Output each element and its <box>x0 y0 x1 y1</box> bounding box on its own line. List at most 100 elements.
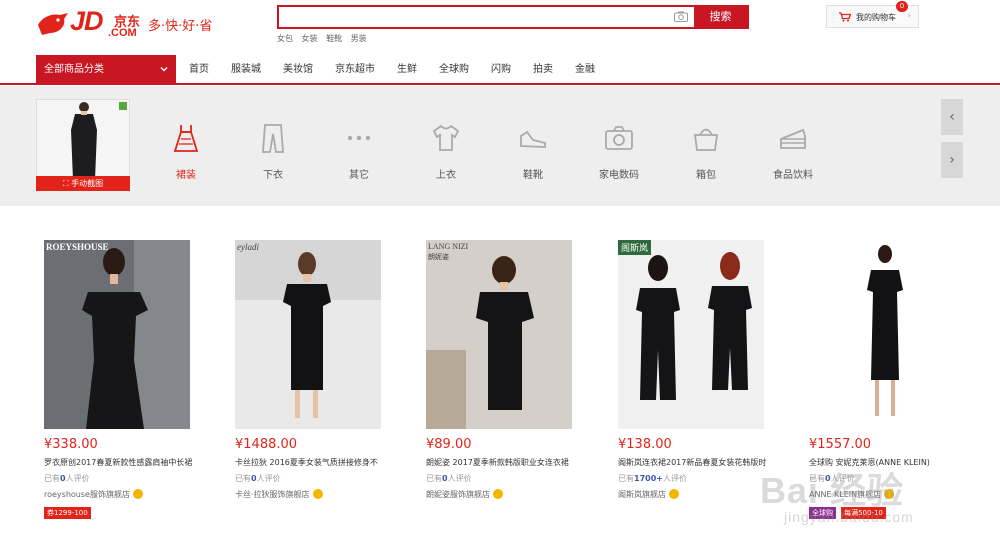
reviews-suffix: 人评价 <box>256 474 281 483</box>
header: JD 京东 .COM 多·快·好·省 搜索 女包 女装 鞋靴 男装 我的购物车 … <box>0 0 1000 55</box>
category-pants[interactable]: 下衣 <box>230 122 316 181</box>
product-price: ¥1557.00 <box>809 437 872 452</box>
product-image[interactable]: eyladi <box>235 240 381 429</box>
shop-name[interactable]: 卡丝·拉狄服饰旗舰店 <box>235 489 405 500</box>
category-other[interactable]: 其它 <box>316 122 402 181</box>
hot-keyword[interactable]: 女包 <box>277 34 293 43</box>
product-price: ¥89.00 <box>426 437 472 452</box>
product-image[interactable]: LANG NIZI 朗妮姿 <box>426 240 572 429</box>
nav-item-home[interactable]: 首页 <box>189 55 209 85</box>
product-title[interactable]: 朗妮姿 2017夏季新款韩版职业女连衣裙 <box>426 457 581 468</box>
dress-model-image <box>37 100 129 178</box>
nav-item-supermarket[interactable]: 京东超市 <box>335 55 375 85</box>
hot-keyword[interactable]: 鞋靴 <box>326 34 342 43</box>
shop-medal-icon <box>312 489 323 499</box>
product-card[interactable]: 阁斯岚 ¥138.00 阁斯岚连衣裙2017新品春夏女装花韩版时 已有1700+… <box>618 240 788 500</box>
category-tops[interactable]: 上衣 <box>403 122 489 181</box>
category-next-button[interactable]: › <box>941 142 963 178</box>
product-image[interactable] <box>809 240 955 429</box>
hot-keywords: 女包 女装 鞋靴 男装 <box>277 33 373 44</box>
product-card[interactable]: ROEYSHOUSE ¥338.00 罗衣原创2017春夏新款性感露肩袖中长裙 … <box>44 240 214 519</box>
category-prev-button[interactable]: ‹ <box>941 99 963 135</box>
search-button[interactable]: 搜索 <box>694 7 747 27</box>
all-categories-label: 全部商品分类 <box>44 64 104 75</box>
shop-name[interactable]: 朗妮姿服饰旗舰店 <box>426 489 596 500</box>
hot-keyword[interactable]: 女装 <box>302 34 318 43</box>
hot-keyword[interactable]: 男装 <box>351 34 367 43</box>
category-food[interactable]: 食品饮料 <box>750 122 836 181</box>
category-bags[interactable]: 箱包 <box>663 122 749 181</box>
product-title[interactable]: 卡丝拉狄 2016夏季女装气质拼接修身不 <box>235 457 390 468</box>
nav-item-beauty[interactable]: 美妆馆 <box>283 55 313 85</box>
product-title[interactable]: 阁斯岚连衣裙2017新品春夏女装花韩版时 <box>618 457 773 468</box>
nav-item-clothing[interactable]: 服装城 <box>231 55 261 85</box>
shop-medal-icon <box>132 489 143 499</box>
manual-crop-label: 手动截图 <box>71 179 104 188</box>
bag-icon <box>693 128 719 151</box>
jd-logo[interactable]: JD 京东 .COM 多·快·好·省 <box>36 6 216 40</box>
cake-icon <box>780 128 806 149</box>
shop-name-text: 阁斯岚旗舰店 <box>618 490 666 499</box>
shoe-icon <box>520 130 546 148</box>
image-search-category-bar: ⛶ 手动截图 裙装 下衣 其它 上衣 鞋靴 家电数码 箱包 食品饮料 ‹ › <box>0 86 1000 206</box>
category-label: 裙装 <box>176 170 196 181</box>
reviews-suffix: 人评价 <box>662 474 687 483</box>
cart-count-badge: 0 <box>896 1 908 12</box>
all-categories-button[interactable]: 全部商品分类 <box>36 55 176 85</box>
camera-search-icon[interactable] <box>674 11 688 22</box>
nav-item-auction[interactable]: 拍卖 <box>533 55 553 85</box>
product-card[interactable]: eyladi ¥1488.00 卡丝拉狄 2016夏季女装气质拼接修身不 已有0… <box>235 240 405 500</box>
tshirt-icon <box>432 124 460 151</box>
cart-icon <box>839 12 851 22</box>
chevron-right-icon: › <box>949 152 955 168</box>
crop-icon: ⛶ <box>62 179 72 188</box>
reviews-prefix: 已有 <box>426 474 442 483</box>
product-image[interactable]: ROEYSHOUSE <box>44 240 190 429</box>
shop-name-text: roeyshouse服饰旗舰店 <box>44 490 130 499</box>
category-label: 家电数码 <box>599 170 639 181</box>
shop-medal-icon <box>493 489 503 499</box>
more-dots-icon <box>347 135 371 141</box>
brand-logo-text: LANG NIZI <box>428 242 469 251</box>
pants-icon <box>262 124 284 153</box>
coupon-tag: 券1299-100 <box>44 507 91 519</box>
category-electronics[interactable]: 家电数码 <box>576 122 662 181</box>
main-nav: 全部商品分类 首页 服装城 美妆馆 京东超市 生鲜 全球购 闪购 拍卖 金融 <box>0 55 1000 85</box>
cart-label: 我的购物车 <box>856 13 896 22</box>
slogan: 多·快·好·省 <box>148 19 213 34</box>
nav-item-flash[interactable]: 闪购 <box>491 55 511 85</box>
shop-name[interactable]: roeyshouse服饰旗舰店 <box>44 489 214 500</box>
baidu-watermark-url: jingyan.baidu.com <box>784 509 914 525</box>
chevron-right-icon: › <box>907 11 911 21</box>
product-title[interactable]: 罗衣原创2017春夏新款性感露肩袖中长裙 <box>44 457 199 468</box>
search-box: 搜索 <box>277 5 749 29</box>
camera-icon <box>605 126 633 150</box>
product-reviews: 已有0人评价 <box>44 473 214 484</box>
category-dress[interactable]: 裙装 <box>143 122 229 181</box>
nav-item-fresh[interactable]: 生鲜 <box>397 55 417 85</box>
manual-crop-button[interactable]: ⛶ 手动截图 <box>36 176 130 191</box>
category-label: 鞋靴 <box>523 170 543 181</box>
dress-icon <box>173 125 199 152</box>
logo-jd-text: JD <box>70 6 104 36</box>
chevron-left-icon: ‹ <box>949 109 955 125</box>
product-price: ¥338.00 <box>44 437 98 452</box>
search-input[interactable] <box>279 7 669 27</box>
nav-item-global[interactable]: 全球购 <box>439 55 469 85</box>
reviews-suffix: 人评价 <box>447 474 472 483</box>
cart-button[interactable]: 我的购物车 › 0 <box>826 1 919 28</box>
category-shoes[interactable]: 鞋靴 <box>490 122 576 181</box>
nav-items: 首页 服装城 美妆馆 京东超市 生鲜 全球购 闪购 拍卖 金融 <box>189 55 617 85</box>
product-card[interactable]: LANG NIZI 朗妮姿 ¥89.00 朗妮姿 2017夏季新款韩版职业女连衣… <box>426 240 596 500</box>
product-image[interactable]: 阁斯岚 <box>618 240 764 429</box>
chevron-down-icon <box>160 67 168 72</box>
baidu-watermark: Bai 经验 <box>760 470 905 511</box>
brand-logo-text: eyladi <box>237 242 259 252</box>
reviews-count[interactable]: 1700+ <box>634 474 663 483</box>
nav-item-finance[interactable]: 金融 <box>575 55 595 85</box>
category-label: 箱包 <box>696 170 716 181</box>
product-reviews: 已有0人评价 <box>235 473 405 484</box>
search-image-thumbnail[interactable] <box>36 99 130 179</box>
logo-dotcom-text: .COM <box>108 27 137 39</box>
brand-logo-text: 阁斯岚 <box>618 240 652 255</box>
